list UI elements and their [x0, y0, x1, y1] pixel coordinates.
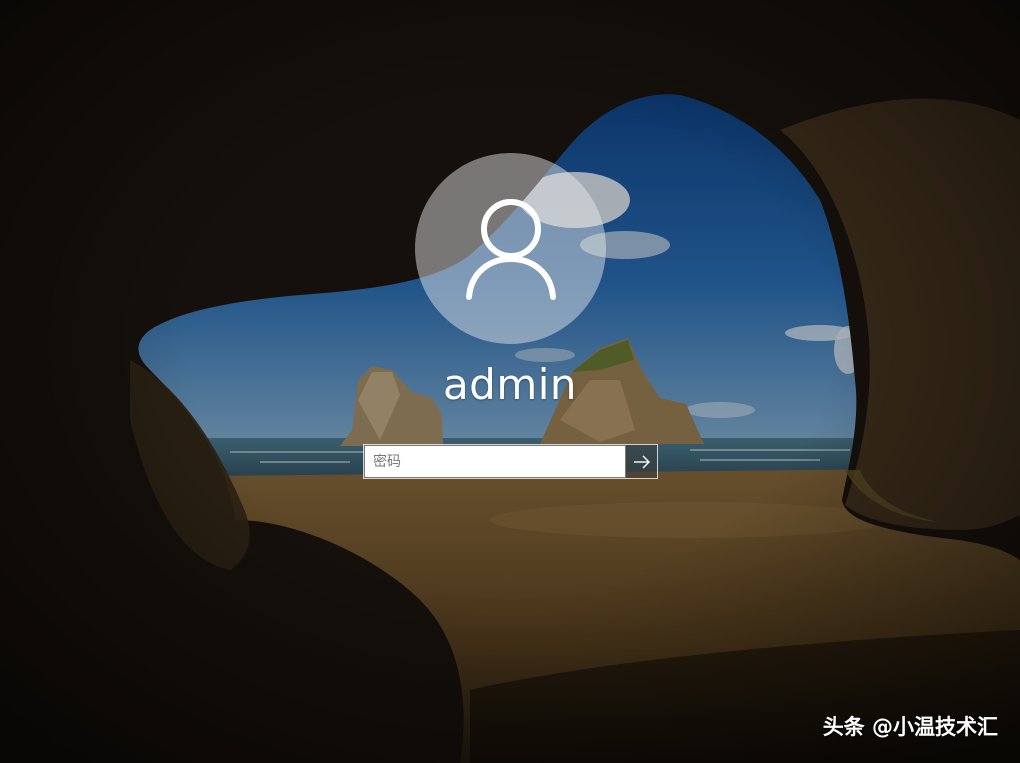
password-box	[363, 444, 658, 479]
lock-screen: admin 头条 @小温技术汇	[0, 0, 1020, 763]
submit-button[interactable]	[626, 445, 657, 478]
user-avatar	[415, 153, 606, 344]
username-label: admin	[442, 360, 578, 409]
arrow-right-icon	[633, 455, 650, 468]
watermark-text: 头条 @小温技术汇	[822, 715, 998, 739]
user-silhouette-icon	[465, 198, 556, 300]
password-input[interactable]	[364, 445, 626, 478]
